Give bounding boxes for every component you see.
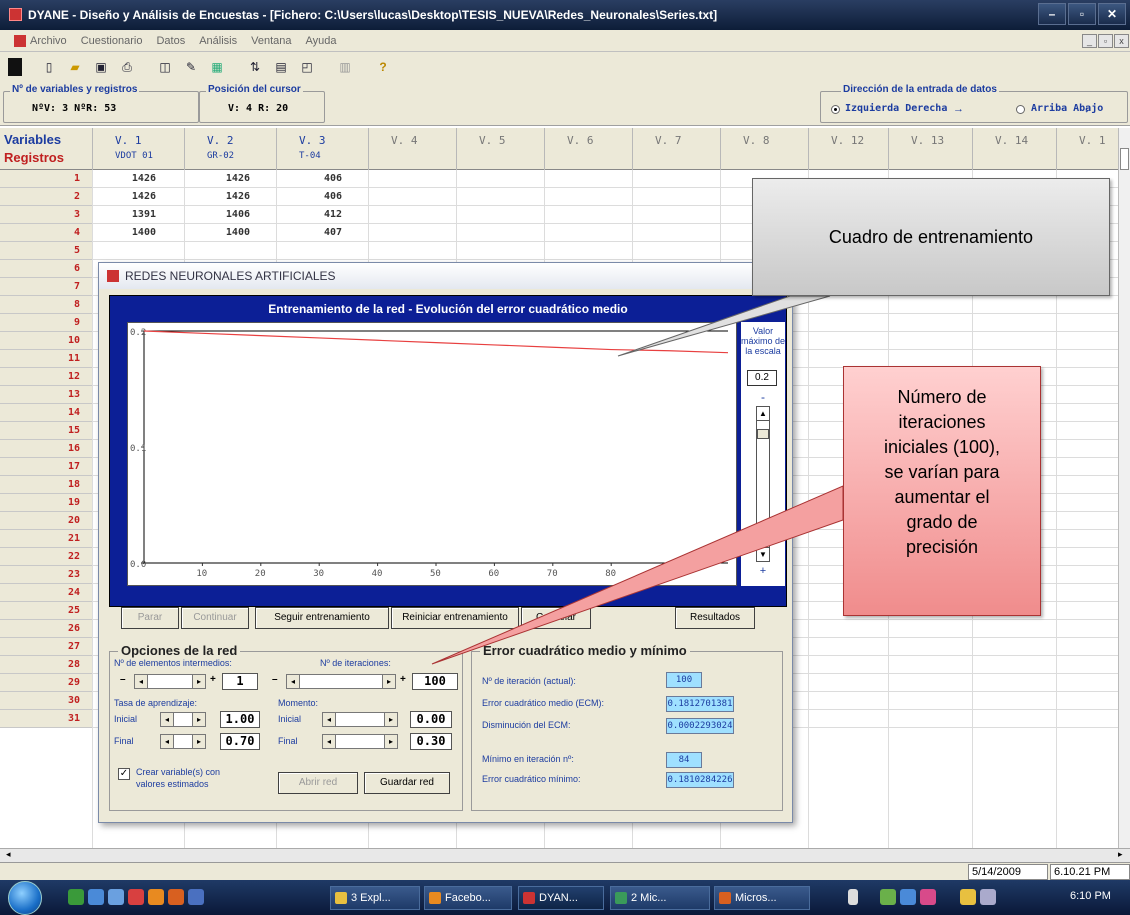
app-window: DYANE - Diseño y Análisis de Encuestas -… [0, 0, 1130, 915]
callout-pointer-training [617, 295, 831, 357]
note-line: precisión [905, 537, 979, 557]
note-line: iniciales (100), [883, 437, 1001, 457]
callout-training-box: Cuadro de entrenamiento [752, 178, 1110, 296]
note-line: iteraciones [898, 412, 986, 432]
callout-iterations-note: Número de iteraciones iniciales (100), s… [843, 366, 1041, 616]
note-line: grado de [906, 512, 978, 532]
note-line: se varían para [884, 462, 1000, 482]
note-line: Número de [897, 387, 987, 407]
note-line: aumentar el [894, 487, 990, 507]
callout-pointer-iterations [431, 485, 844, 665]
